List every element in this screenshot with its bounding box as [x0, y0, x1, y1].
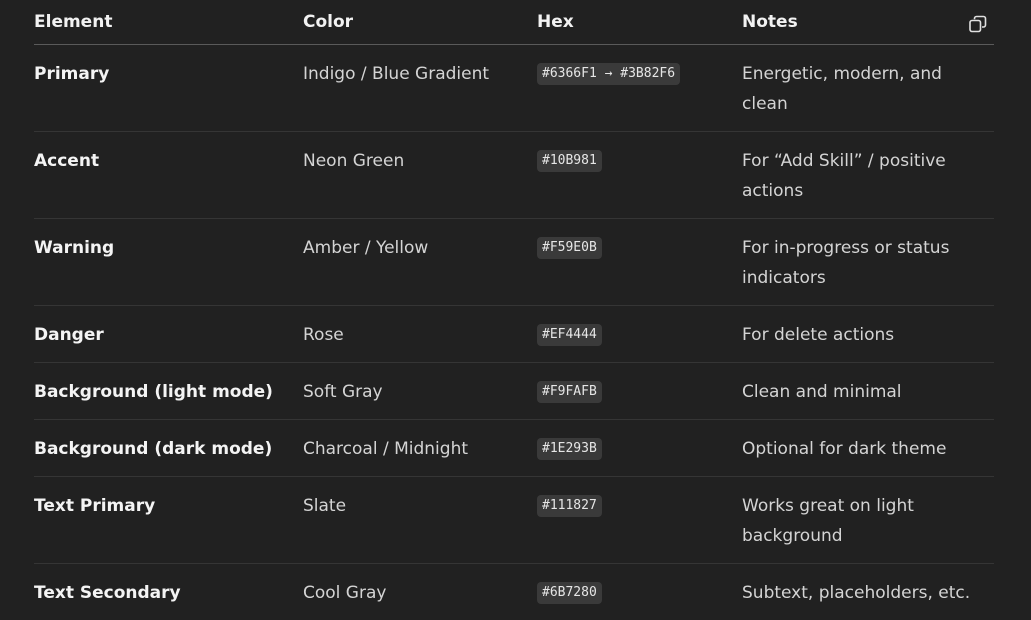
cell-color: Cool Gray: [303, 564, 537, 620]
cell-notes: Subtext, placeholders, etc.: [742, 564, 994, 620]
cell-hex: #1E293B: [537, 420, 742, 477]
cell-element: Danger: [34, 306, 303, 363]
table-row: Warning Amber / Yellow #F59E0B For in-pr…: [34, 219, 994, 306]
table-row: Text Secondary Cool Gray #6B7280 Subtext…: [34, 564, 994, 620]
cell-notes: Clean and minimal: [742, 363, 994, 420]
table-body: Primary Indigo / Blue Gradient #6366F1 →…: [34, 45, 994, 620]
hex-code: #F9FAFB: [537, 381, 602, 403]
cell-element: Text Primary: [34, 477, 303, 564]
cell-color: Amber / Yellow: [303, 219, 537, 306]
cell-hex: #111827: [537, 477, 742, 564]
hex-code: #EF4444: [537, 324, 602, 346]
hex-code: #6366F1 → #3B82F6: [537, 63, 680, 85]
cell-hex: #6366F1 → #3B82F6: [537, 45, 742, 132]
color-palette-table: Element Color Hex Notes Primary Indigo /…: [34, 0, 994, 620]
cell-hex: #F9FAFB: [537, 363, 742, 420]
cell-hex: #F59E0B: [537, 219, 742, 306]
color-palette-table-container: Element Color Hex Notes Primary Indigo /…: [34, 0, 994, 620]
header-hex: Hex: [537, 0, 742, 45]
cell-element: Background (dark mode): [34, 420, 303, 477]
cell-element: Accent: [34, 132, 303, 219]
table-row: Background (dark mode) Charcoal / Midnig…: [34, 420, 994, 477]
hex-code: #10B981: [537, 150, 602, 172]
cell-hex: #6B7280: [537, 564, 742, 620]
cell-element: Text Secondary: [34, 564, 303, 620]
cell-notes: Optional for dark theme: [742, 420, 994, 477]
table-row: Accent Neon Green #10B981 For “Add Skill…: [34, 132, 994, 219]
cell-hex: #10B981: [537, 132, 742, 219]
table-row: Text Primary Slate #111827 Works great o…: [34, 477, 994, 564]
cell-notes: For in-progress or status indicators: [742, 219, 994, 306]
header-notes: Notes: [742, 0, 994, 45]
cell-element: Warning: [34, 219, 303, 306]
cell-hex: #EF4444: [537, 306, 742, 363]
header-element: Element: [34, 0, 303, 45]
table-row: Primary Indigo / Blue Gradient #6366F1 →…: [34, 45, 994, 132]
cell-color: Indigo / Blue Gradient: [303, 45, 537, 132]
cell-notes: Energetic, modern, and clean: [742, 45, 994, 132]
header-row: Element Color Hex Notes: [34, 0, 994, 45]
cell-color: Rose: [303, 306, 537, 363]
header-color: Color: [303, 0, 537, 45]
cell-notes: Works great on light background: [742, 477, 994, 564]
cell-color: Neon Green: [303, 132, 537, 219]
cell-element: Primary: [34, 45, 303, 132]
cell-notes: For “Add Skill” / positive actions: [742, 132, 994, 219]
cell-notes: For delete actions: [742, 306, 994, 363]
copy-icon: [968, 14, 988, 34]
copy-table-button[interactable]: [968, 14, 988, 34]
cell-color: Soft Gray: [303, 363, 537, 420]
hex-code: #F59E0B: [537, 237, 602, 259]
cell-element: Background (light mode): [34, 363, 303, 420]
hex-code: #6B7280: [537, 582, 602, 604]
hex-code: #1E293B: [537, 438, 602, 460]
cell-color: Charcoal / Midnight: [303, 420, 537, 477]
cell-color: Slate: [303, 477, 537, 564]
table-header: Element Color Hex Notes: [34, 0, 994, 45]
table-row: Danger Rose #EF4444 For delete actions: [34, 306, 994, 363]
table-row: Background (light mode) Soft Gray #F9FAF…: [34, 363, 994, 420]
hex-code: #111827: [537, 495, 602, 517]
